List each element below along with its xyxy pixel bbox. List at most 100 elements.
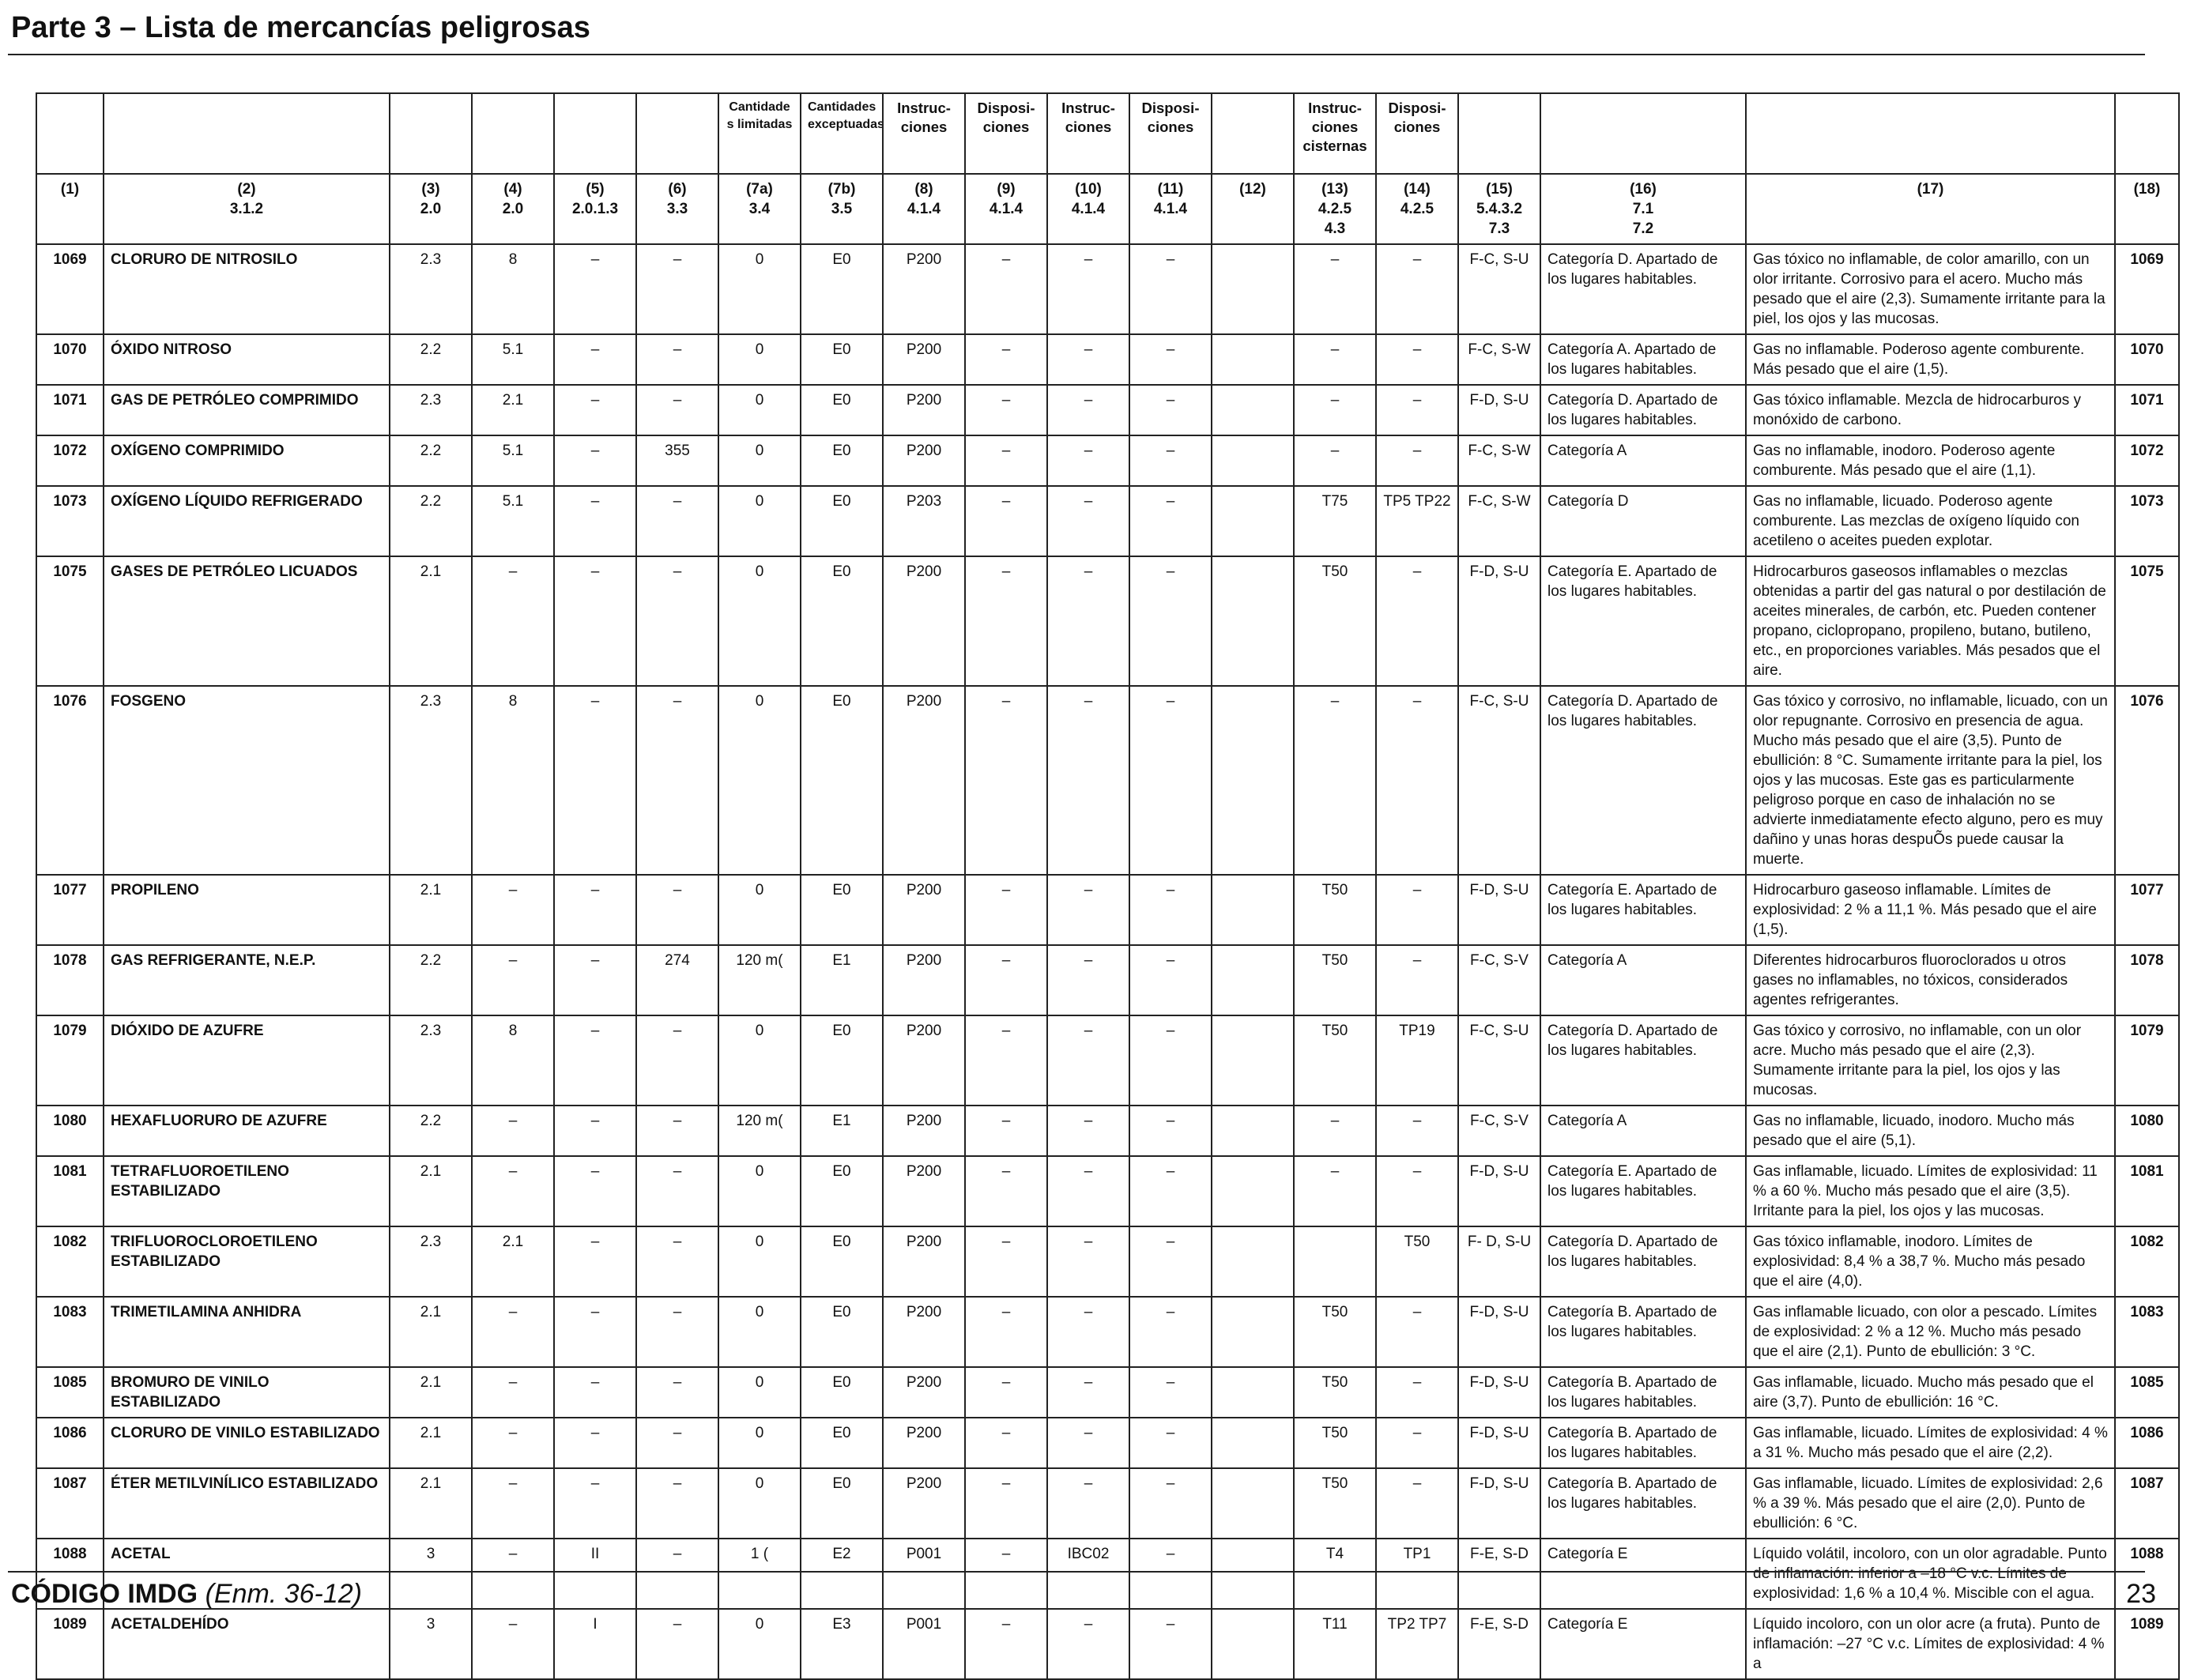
cell-c7a: 120 m( bbox=[718, 944, 801, 1016]
cell-c14: TP19 bbox=[1375, 1015, 1459, 1106]
cell-c13: – bbox=[1293, 243, 1377, 335]
cell-c9: – bbox=[964, 1608, 1048, 1680]
cell-un: 1081 bbox=[36, 1155, 104, 1227]
cell-c13: – bbox=[1293, 685, 1377, 876]
cell-c7b: E0 bbox=[800, 485, 884, 557]
cell-c14: TP1 bbox=[1375, 1538, 1459, 1610]
cell-c11: – bbox=[1129, 1155, 1212, 1227]
cell-c4: – bbox=[471, 1538, 555, 1610]
header-col-line: (13) bbox=[1321, 181, 1348, 198]
cell-c8: P200 bbox=[882, 1296, 966, 1368]
cell-c7b: E0 bbox=[800, 333, 884, 386]
cell-un: 1085 bbox=[36, 1366, 104, 1418]
cell-un2: 1089 bbox=[2114, 1608, 2180, 1680]
cell-c13: T4 bbox=[1293, 1538, 1377, 1610]
cell-c6: – bbox=[635, 1608, 719, 1680]
header-col-line: (1) bbox=[60, 181, 80, 198]
header-label-col-7: Cantidade s limitadas bbox=[718, 92, 801, 175]
cell-c5: – bbox=[553, 874, 637, 946]
cell-c7b: E0 bbox=[800, 685, 884, 876]
cell-name: OXÍGENO LÍQUIDO REFRIGERADO bbox=[103, 485, 390, 557]
cell-c17: Gas tóxico inflamable. Mezcla de hidroca… bbox=[1745, 384, 2116, 436]
cell-un2: 1071 bbox=[2114, 384, 2180, 436]
cell-c13: T50 bbox=[1293, 1417, 1377, 1469]
table-row: 1082 TRIFLUOROCLOROETILENO ESTABILIZADO 2.… bbox=[36, 1226, 2180, 1298]
cell-c6: – bbox=[635, 1155, 719, 1227]
cell-c5: – bbox=[553, 1366, 637, 1418]
cell-c3: 2.1 bbox=[389, 1417, 473, 1469]
cell-c13: T50 bbox=[1293, 1015, 1377, 1106]
cell-c16: Categoría A. Apartado de los lugares hab… bbox=[1540, 333, 1747, 386]
table-row: 1089 ACETALDEHÍDO 3– I –0 E3 P001– – – T11 TP2 TP7… bbox=[36, 1608, 2180, 1680]
cell-c13: T50 bbox=[1293, 1366, 1377, 1418]
cell-c7a: 1 ( bbox=[718, 1538, 801, 1610]
cell-name: HEXAFLUORURO DE AZUFRE bbox=[103, 1105, 390, 1157]
cell-c3: 2.3 bbox=[389, 1226, 473, 1298]
cell-c14: – bbox=[1375, 1155, 1459, 1227]
cell-name: CLORURO DE NITROSILO bbox=[103, 243, 390, 335]
cell-c11: – bbox=[1129, 333, 1212, 386]
cell-c3: 2.3 bbox=[389, 1015, 473, 1106]
cell-c10: – bbox=[1046, 1417, 1130, 1469]
table-row: 1087 ÉTER METILVINÍLICO ESTABILIZADO 2.1– –… bbox=[36, 1467, 2180, 1539]
header-col-line: (3) bbox=[421, 181, 440, 198]
cell-un2: 1072 bbox=[2114, 435, 2180, 487]
cell-c13: T50 bbox=[1293, 944, 1377, 1016]
cell-c12 bbox=[1211, 485, 1295, 557]
header-col-line: 4.3 bbox=[1324, 220, 1346, 237]
cell-c13: – bbox=[1293, 333, 1377, 386]
table-row: 1078 GAS REFRIGERANTE, N.E.P. 2.2– –274 120 … bbox=[36, 944, 2180, 1016]
header-col-line: 4.2.5 bbox=[1400, 201, 1434, 217]
cell-name: ÓXIDO NITROSO bbox=[103, 333, 390, 386]
cell-c8: P200 bbox=[882, 435, 966, 487]
header-col-15: (14) 4.2.5 bbox=[1375, 173, 1459, 245]
header-col-line: 2.0 bbox=[502, 201, 524, 217]
header-label-col-15: Disposi- ciones bbox=[1375, 92, 1459, 175]
cell-un2: 1080 bbox=[2114, 1105, 2180, 1157]
cell-c5: – bbox=[553, 1015, 637, 1106]
cell-c4: 8 bbox=[471, 243, 555, 335]
cell-c16: Categoría A bbox=[1540, 435, 1747, 487]
cell-c6: – bbox=[635, 556, 719, 687]
cell-c5: – bbox=[553, 1105, 637, 1157]
cell-c10: – bbox=[1046, 384, 1130, 436]
cell-un2: 1075 bbox=[2114, 556, 2180, 687]
cell-c9: – bbox=[964, 1538, 1048, 1610]
cell-c15: F-C, S-W bbox=[1457, 333, 1541, 386]
cell-un2: 1076 bbox=[2114, 685, 2180, 876]
cell-c7a: 120 m( bbox=[718, 1105, 801, 1157]
cell-c10: – bbox=[1046, 685, 1130, 876]
footer-code-name: CÓDIGO IMDG bbox=[11, 1579, 198, 1609]
cell-c6: – bbox=[635, 685, 719, 876]
cell-name: OXÍGENO COMPRIMIDO bbox=[103, 435, 390, 487]
cell-c15: F-C, S-V bbox=[1457, 1105, 1541, 1157]
cell-c14: – bbox=[1375, 1296, 1459, 1368]
cell-c4: 8 bbox=[471, 685, 555, 876]
cell-c16: Categoría B. Apartado de los lugares hab… bbox=[1540, 1467, 1747, 1539]
header-col-line: (4) bbox=[503, 181, 522, 198]
cell-c17: Líquido volátil, incoloro, con un olor a… bbox=[1745, 1538, 2116, 1610]
cell-c4: – bbox=[471, 944, 555, 1016]
cell-un: 1073 bbox=[36, 485, 104, 557]
cell-c13: – bbox=[1293, 435, 1377, 487]
cell-c9: – bbox=[964, 1015, 1048, 1106]
cell-c7a: 0 bbox=[718, 1015, 801, 1106]
header-col-line: 4.1.4 bbox=[989, 201, 1023, 217]
cell-un2: 1081 bbox=[2114, 1155, 2180, 1227]
cell-c17: Gas inflamable, licuado. Mucho más pesad… bbox=[1745, 1366, 2116, 1418]
cell-c16: Categoría D. Apartado de los lugares hab… bbox=[1540, 1226, 1747, 1298]
header-col-line: 7.3 bbox=[1488, 220, 1510, 237]
cell-un: 1082 bbox=[36, 1226, 104, 1298]
header-label-col-17 bbox=[1540, 92, 1747, 175]
header-col-6: (6) 3.3 bbox=[635, 173, 719, 245]
cell-un2: 1077 bbox=[2114, 874, 2180, 946]
cell-name: TRIFLUOROCLOROETILENO ESTABILIZADO bbox=[103, 1226, 390, 1298]
cell-un2: 1073 bbox=[2114, 485, 2180, 557]
cell-c10: – bbox=[1046, 1366, 1130, 1418]
header-col-line: 7.2 bbox=[1632, 220, 1654, 237]
cell-c8: P200 bbox=[882, 333, 966, 386]
header-row-columns: (1) (2) 3.1.2 (3) 2.0 (4) 2.0 (5) 2.0.1.3 (6) 3.3(… bbox=[36, 173, 2180, 245]
cell-c13: T11 bbox=[1293, 1608, 1377, 1680]
table-body: 1069 CLORURO DE NITROSILO 2.3 8– –0 E0 P200– – –… bbox=[36, 243, 2180, 1680]
header-col-line: 3.5 bbox=[831, 201, 853, 217]
